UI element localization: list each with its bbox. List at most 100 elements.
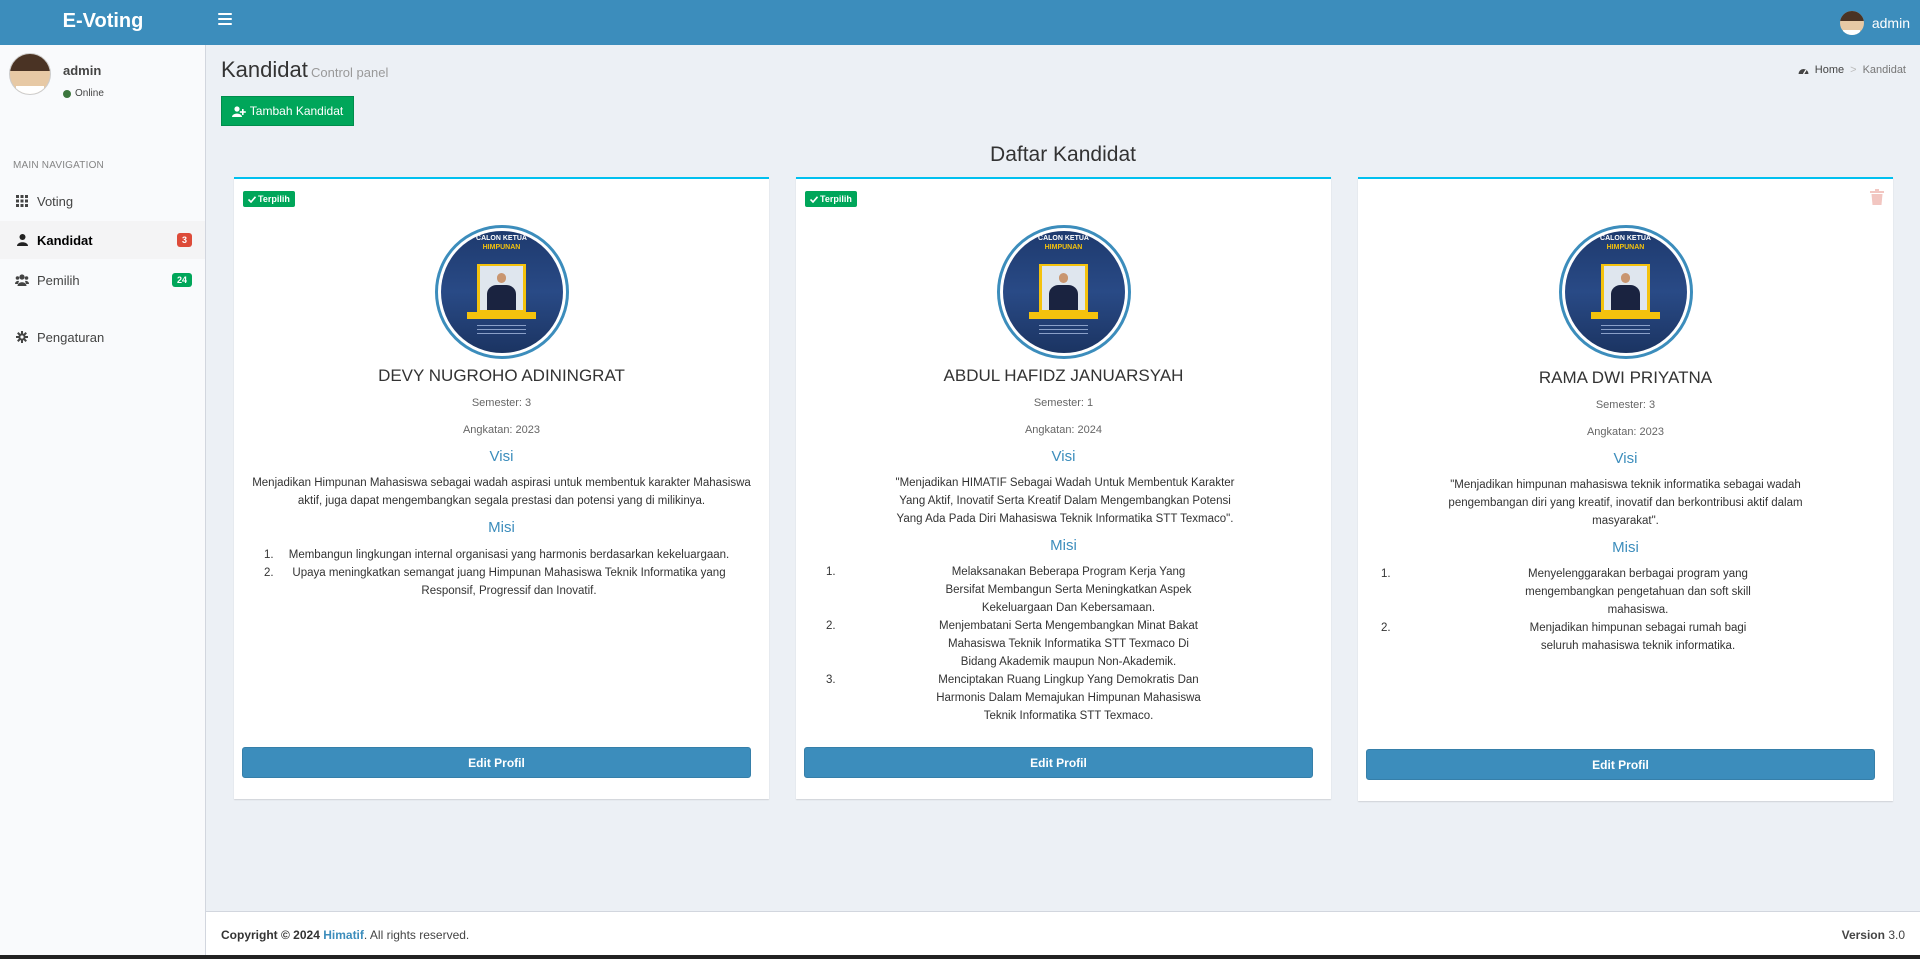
edit-profile-button[interactable]: Edit Profil	[804, 747, 1313, 778]
list-item: 2. Menjembatani Serta Mengembangkan Minat…	[826, 620, 1198, 668]
user-panel: admin Online	[9, 53, 199, 103]
user-status: Online	[63, 88, 104, 99]
candidate-semester: Semester: 1	[1033, 397, 1094, 409]
user-status-label: Online	[75, 88, 104, 99]
list-item: 2. Upaya meningkatkan semangat juang Himp…	[264, 567, 726, 597]
candidate-card: Terpilih CALON KETUA HIMPUNAN ABDUL HAFI…	[796, 177, 1331, 799]
candidate-name: ABDUL HAFIDZ JANUARSYAH	[943, 366, 1184, 385]
visi-text: "Menjadikan HIMATIF Sebagai Wadah Untuk …	[895, 477, 1235, 525]
sidebar-item-voting[interactable]: Voting	[0, 182, 205, 220]
candidate-name: DEVY NUGROHO ADININGRAT	[378, 366, 625, 385]
edit-profile-button[interactable]: Edit Profil	[1366, 749, 1875, 780]
elected-badge: Terpilih	[805, 191, 857, 207]
misi-heading: Misi	[488, 519, 515, 536]
app-logo[interactable]: E-Voting	[0, 0, 206, 45]
sidebar-item-pengaturan[interactable]: Pengaturan	[0, 318, 205, 356]
candidate-list-title: Daftar Kandidat	[990, 143, 1136, 166]
misi-heading: Misi	[1612, 539, 1639, 556]
window-bottom-edge	[0, 955, 1920, 959]
list-item: 1. Melaksanakan Beberapa Program Kerja Ya…	[826, 566, 1192, 614]
sidebar-toggle-icon[interactable]	[218, 13, 232, 25]
copyright-prefix: Copyright © 2024	[221, 928, 320, 942]
user-plus-icon	[231, 105, 246, 117]
copyright-suffix: . All rights reserved.	[363, 928, 470, 942]
add-candidate-label: Tambah Kandidat	[249, 104, 344, 118]
breadcrumb-current: Kandidat	[1862, 64, 1906, 76]
misi-item-text: Menjadikan himpunan sebagai rumah bagi s…	[1529, 622, 1747, 652]
online-dot-icon	[63, 89, 71, 98]
sidebar-item-label: Voting	[37, 193, 74, 209]
footer: Copyright © 2024 Himatif. All rights res…	[206, 911, 1920, 955]
sidebar: admin Online MAIN NAVIGATION Voting Kand…	[0, 45, 206, 959]
page-title: Kandidat	[221, 57, 308, 82]
candidate-angkatan: Angkatan: 2023	[462, 424, 541, 436]
add-candidate-button[interactable]: Tambah Kandidat	[221, 96, 354, 126]
misi-item-text: Upaya meningkatkan semangat juang Himpun…	[292, 567, 726, 597]
misi-item-text: Menciptakan Ruang Lingkup Yang Demokrati…	[936, 674, 1201, 722]
sidebar-item-pemilih[interactable]: Pemilih 24	[0, 261, 205, 299]
users-icon	[15, 273, 29, 287]
edit-profile-button[interactable]: Edit Profil	[242, 747, 751, 778]
breadcrumb-separator: >	[1850, 64, 1857, 76]
elected-label: Terpilih	[820, 194, 852, 204]
sidebar-item-label: Pengaturan	[37, 329, 105, 345]
check-icon	[248, 195, 256, 203]
nav-header: MAIN NAVIGATION	[13, 160, 104, 171]
misi-item-text: Melaksanakan Beberapa Program Kerja Yang…	[945, 566, 1192, 614]
dashboard-icon	[1798, 69, 1809, 75]
pemilih-count-badge: 24	[171, 273, 192, 287]
visi-heading: Visi	[489, 448, 514, 465]
visi-heading: Visi	[1613, 450, 1638, 467]
candidate-photo: CALON KETUA HIMPUNAN	[1558, 225, 1693, 359]
user-icon	[15, 233, 29, 247]
kandidat-count-badge: 3	[176, 233, 192, 247]
sidebar-item-label: Kandidat	[37, 232, 93, 248]
candidate-semester: Semester: 3	[1595, 399, 1656, 411]
visi-heading: Visi	[1051, 448, 1076, 465]
version-number: 3.0	[1888, 928, 1905, 942]
list-item: 2. Menjadikan himpunan sebagai rumah bagi…	[1381, 622, 1747, 652]
misi-item-text: Menyelenggarakan berbagai program yang m…	[1525, 568, 1751, 616]
avatar	[9, 53, 51, 95]
brand-link[interactable]: Himatif	[323, 928, 364, 942]
misi-list: 1. Menyelenggarakan berbagai program yang…	[1381, 565, 1758, 655]
misi-heading: Misi	[1050, 537, 1077, 554]
misi-item-text: Menjembatani Serta Mengembangkan Minat B…	[939, 620, 1198, 668]
misi-list: 1. Melaksanakan Beberapa Program Kerja Ya…	[826, 563, 1201, 725]
candidate-card: CALON KETUA HIMPUNAN RAMA DWI PRIYATNA S…	[1358, 177, 1893, 801]
version-info: Version 3.0	[1842, 928, 1905, 942]
visi-text: "Menjadikan himpunan mahasiswa teknik in…	[1448, 479, 1803, 527]
photo-caption-title: CALON KETUA	[476, 235, 527, 242]
sidebar-item-label: Pemilih	[37, 272, 80, 288]
delete-candidate-icon[interactable]	[1870, 189, 1884, 205]
list-item: 3. Menciptakan Ruang Lingkup Yang Demokra…	[826, 674, 1201, 722]
avatar	[1839, 11, 1864, 35]
candidate-angkatan: Angkatan: 2024	[1024, 424, 1103, 436]
list-item: 1. Membangun lingkungan internal organisa…	[264, 549, 730, 561]
photo-caption-title: CALON KETUA	[1600, 235, 1651, 242]
gear-icon	[15, 330, 29, 344]
candidate-photo: CALON KETUA HIMPUNAN	[996, 225, 1131, 359]
photo-caption-subtitle: HIMPUNAN	[482, 244, 521, 251]
candidate-semester: Semester: 3	[471, 397, 532, 409]
photo-caption-subtitle: HIMPUNAN	[1044, 244, 1083, 251]
breadcrumb-home[interactable]: Home	[1815, 64, 1844, 76]
candidate-card: Terpilih CALON KETUA HIMPUNAN DEVY NUGRO…	[234, 177, 769, 799]
candidate-photo: CALON KETUA HIMPUNAN	[434, 225, 569, 359]
check-icon	[810, 195, 818, 203]
copyright: Copyright © 2024 Himatif. All rights res…	[221, 928, 469, 942]
candidate-angkatan: Angkatan: 2023	[1586, 426, 1665, 438]
page-subtitle: Control panel	[311, 65, 389, 80]
grid-icon	[15, 194, 29, 208]
version-label: Version	[1841, 928, 1885, 942]
photo-caption-subtitle: HIMPUNAN	[1606, 244, 1645, 251]
photo-caption-title: CALON KETUA	[1038, 235, 1089, 242]
user-menu-name: admin	[1871, 15, 1910, 31]
visi-text: Menjadikan Himpunan Mahasiswa sebagai wa…	[252, 477, 751, 507]
candidate-name: RAMA DWI PRIYATNA	[1538, 368, 1713, 387]
user-name: admin	[63, 63, 102, 78]
breadcrumb: Home > Kandidat	[1798, 64, 1906, 76]
misi-list: 1. Membangun lingkungan internal organisa…	[264, 546, 734, 600]
sidebar-item-kandidat[interactable]: Kandidat 3	[0, 221, 205, 259]
user-menu[interactable]: admin	[1839, 10, 1910, 36]
